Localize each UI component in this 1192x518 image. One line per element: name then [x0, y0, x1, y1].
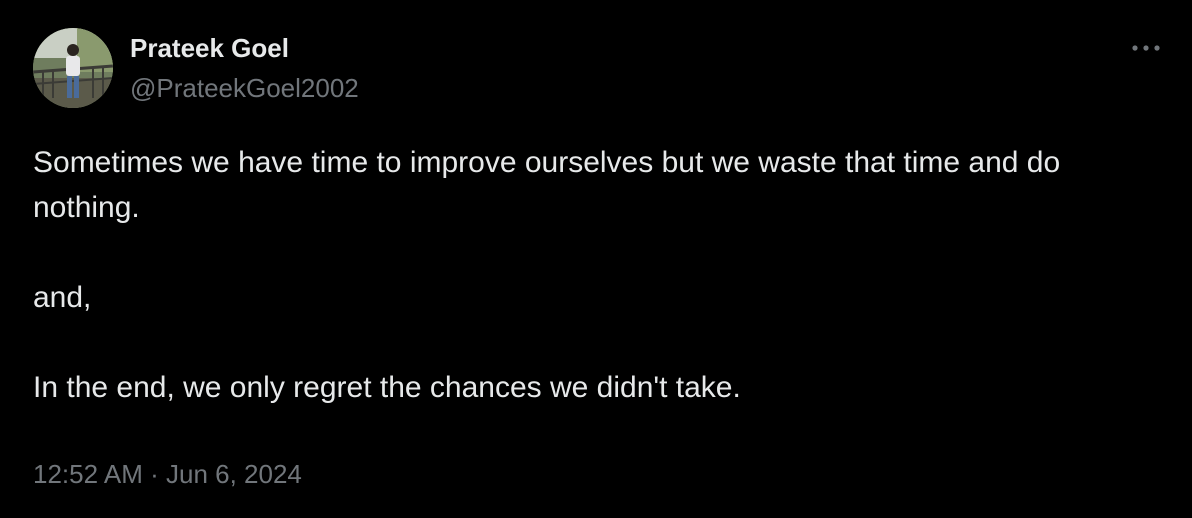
tweet-timestamp: 12:52 AM · Jun 6, 2024 — [33, 458, 302, 490]
tweet-card: Prateek Goel @PrateekGoel2002 Sometimes … — [0, 0, 1192, 518]
more-options-button[interactable] — [1124, 32, 1168, 64]
tweet-text: Sometimes we have time to improve oursel… — [33, 140, 1153, 410]
more-horizontal-icon — [1132, 45, 1160, 51]
tweet-time[interactable]: 12:52 AM — [33, 459, 143, 489]
tweet-date[interactable]: Jun 6, 2024 — [166, 459, 302, 489]
tweet-paragraph: Sometimes we have time to improve oursel… — [33, 146, 1061, 224]
tweet-paragraph: and, — [33, 281, 92, 314]
timestamp-separator: · — [150, 459, 159, 489]
tweet-paragraph: In the end, we only regret the chances w… — [33, 371, 741, 404]
profile-photo-icon — [33, 28, 113, 108]
author-display-name[interactable]: Prateek Goel — [130, 33, 289, 63]
author-handle[interactable]: @PrateekGoel2002 — [130, 73, 359, 103]
avatar[interactable] — [33, 28, 113, 108]
